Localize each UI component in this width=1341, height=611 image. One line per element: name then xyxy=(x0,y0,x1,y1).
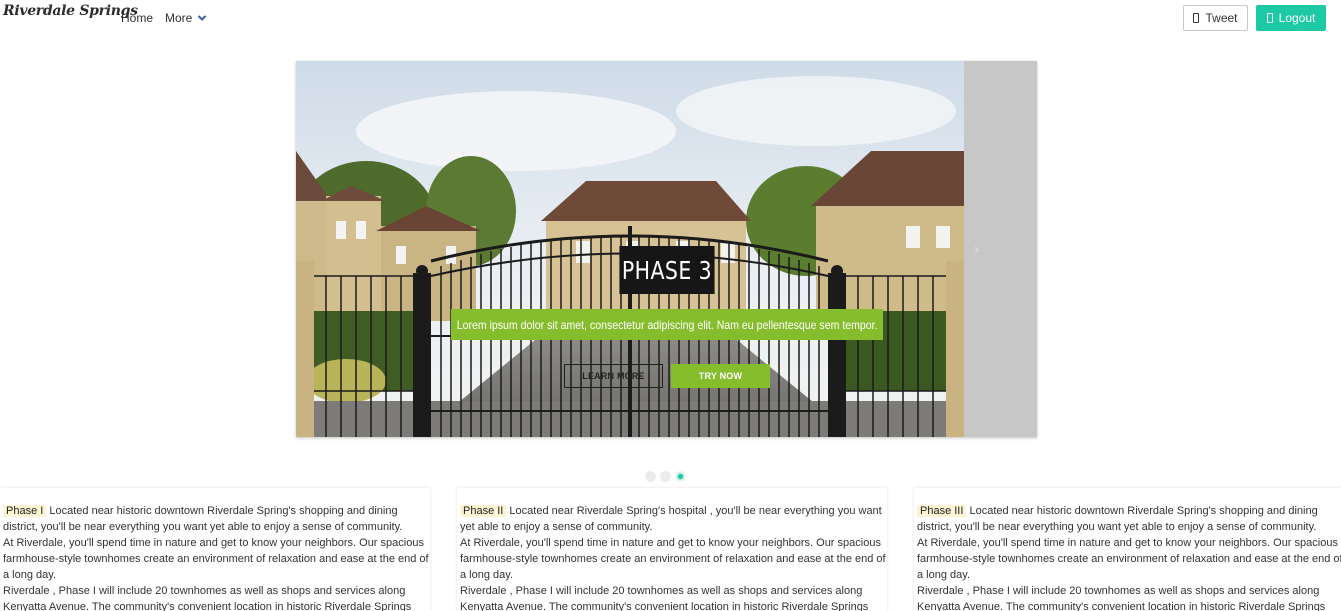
tweet-label: Tweet xyxy=(1205,11,1238,25)
slide-caption: Lorem ipsum dolor sit amet, consectetur … xyxy=(451,309,883,340)
tweet-button[interactable]: Tweet xyxy=(1183,5,1248,31)
try-now-button[interactable]: TRY NOW xyxy=(671,364,770,388)
slide-caption-text: Lorem ipsum dolor sit amet, consectetur … xyxy=(456,317,878,332)
tweet-icon xyxy=(1193,13,1200,23)
carousel-next-arrow[interactable]: › xyxy=(974,242,980,258)
phase-tag: Phase III xyxy=(917,505,967,517)
card-paragraph: At Riverdale, you'll spend time in natur… xyxy=(3,537,429,581)
logout-icon xyxy=(1266,13,1273,23)
card-intro: Phase II Located near Riverdale Spring's… xyxy=(460,503,887,535)
learn-more-button[interactable]: LEARN MORE xyxy=(564,364,663,388)
card-paragraph: At Riverdale, you'll spend time in natur… xyxy=(917,537,1341,581)
hero-carousel: › PHASE 3 Lorem ipsum dolor sit amet, co… xyxy=(296,61,1037,437)
card-intro: Phase I Located near historic downtown R… xyxy=(3,503,430,535)
nav-more-label: More xyxy=(165,11,193,25)
logout-button[interactable]: Logout xyxy=(1256,5,1326,31)
card-paragraph: Riverdale , Phase I will include 20 town… xyxy=(460,585,869,611)
nav-home-link[interactable]: Home xyxy=(121,11,153,25)
card-paragraph: At Riverdale, you'll spend time in natur… xyxy=(460,537,886,581)
carousel-dot-3[interactable] xyxy=(675,471,686,482)
brand-logo[interactable]: Riverdale Springs xyxy=(3,3,138,19)
carousel-dot-2[interactable] xyxy=(660,471,671,482)
card-intro: Phase III Located near historic downtown… xyxy=(917,503,1341,535)
nav-more-dropdown[interactable]: More xyxy=(165,11,207,25)
card-paragraph: Riverdale , Phase I will include 20 town… xyxy=(917,585,1326,611)
phase-card-2: Phase II Located near Riverdale Spring's… xyxy=(457,488,887,611)
slide-title: PHASE 3 xyxy=(619,246,715,294)
card-intro-text: Located near historic downtown Riverdale… xyxy=(917,505,1318,533)
carousel-dot-1[interactable] xyxy=(645,471,656,482)
phase-card-1: Phase I Located near historic downtown R… xyxy=(0,488,430,611)
card-intro-text: Located near Riverdale Spring's hospital… xyxy=(460,505,882,533)
top-navbar: Riverdale Springs Home More Tweet Logout xyxy=(0,0,1341,36)
card-intro-text: Located near historic downtown Riverdale… xyxy=(3,505,403,533)
carousel-indicators xyxy=(645,471,686,482)
card-paragraph: Riverdale , Phase I will include 20 town… xyxy=(3,585,412,611)
logout-label: Logout xyxy=(1278,11,1316,25)
chevron-down-icon xyxy=(198,15,207,21)
phase-tag: Phase II xyxy=(460,505,507,517)
phase-card-3: Phase III Located near historic downtown… xyxy=(914,488,1341,611)
phase-tag: Phase I xyxy=(3,505,47,517)
